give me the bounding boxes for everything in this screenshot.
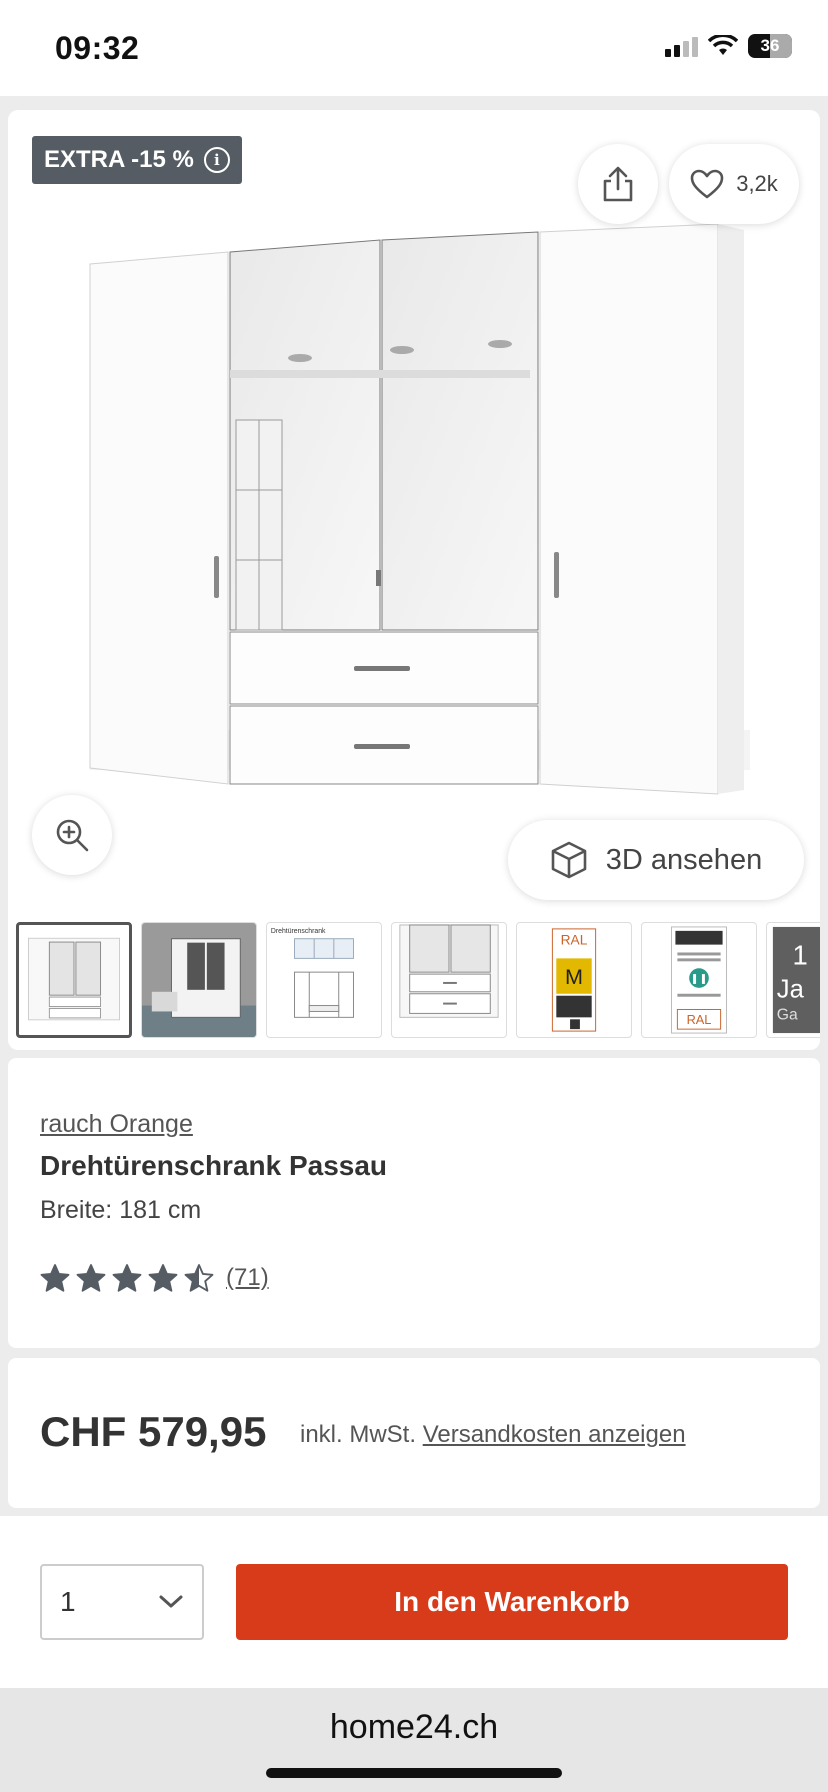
rating-stars: [40, 1264, 214, 1292]
zoom-button[interactable]: [32, 795, 112, 875]
favorite-button[interactable]: 3,2k: [669, 144, 799, 224]
svg-text:Drehtürenschrank: Drehtürenschrank: [271, 928, 326, 935]
thumbnail-detail-image: [399, 924, 499, 1018]
thumbnail-strip: Drehtürenschrank RAL M RAL 1 Ja Ga: [16, 922, 820, 1040]
signal-icon: [665, 35, 698, 57]
svg-text:RAL: RAL: [687, 1012, 712, 1027]
url-label[interactable]: home24.ch: [0, 1708, 828, 1747]
battery-icon: 36: [748, 34, 792, 58]
info-icon[interactable]: i: [203, 147, 230, 173]
product-gallery: EXTRA -15 % i 3,2k 3D ansehen Drehtürens…: [8, 110, 820, 1050]
warranty-image: 1 Ja Ga: [772, 926, 820, 1034]
add-to-cart-button[interactable]: In den Warenkorb: [236, 1564, 788, 1640]
product-title: Drehtürenschrank Passau: [40, 1150, 388, 1181]
thumbnail-front-image: [28, 937, 120, 1021]
thumbnail-dimensions[interactable]: Drehtürenschrank: [266, 922, 382, 1038]
status-icons: 36: [665, 34, 792, 58]
product-image-wardrobe[interactable]: [78, 170, 758, 870]
thumbnail-front[interactable]: [16, 922, 132, 1038]
view-3d-button[interactable]: 3D ansehen: [508, 820, 804, 900]
favorites-count: 3,2k: [736, 171, 778, 196]
chevron-down-icon: [159, 1595, 183, 1608]
star-icon: [40, 1264, 70, 1292]
rating[interactable]: (71): [40, 1264, 269, 1292]
heart-icon: [690, 169, 724, 199]
view-3d-label: 3D ansehen: [605, 843, 763, 876]
thumbnail-room-image: [142, 923, 256, 1037]
review-count-link[interactable]: (71): [226, 1264, 269, 1292]
shipping-costs-link[interactable]: Versandkosten anzeigen: [423, 1421, 686, 1448]
svg-text:Ga: Ga: [777, 1006, 798, 1023]
quantity-value: 1: [60, 1586, 76, 1617]
thumbnail-detail[interactable]: [391, 922, 507, 1038]
discount-badge[interactable]: EXTRA -15 % i: [32, 136, 242, 184]
zoom-in-icon: [56, 819, 89, 852]
clock: 09:32: [55, 30, 140, 66]
ral-seal-image: RAL M: [551, 928, 597, 1032]
product-info-card: rauch Orange Drehtürenschrank Passau Bre…: [8, 1058, 820, 1348]
star-icon: [148, 1264, 178, 1292]
price-note: inkl. MwSt. Versandkosten anzeigen: [300, 1421, 686, 1449]
svg-text:M: M: [565, 964, 583, 989]
thumbnail-made-in-germany[interactable]: RAL: [641, 922, 757, 1038]
star-icon: [184, 1264, 214, 1292]
discount-badge-label: EXTRA -15 %: [44, 146, 194, 173]
home-indicator[interactable]: [266, 1768, 562, 1778]
price-card: CHF 579,95 inkl. MwSt. Versandkosten anz…: [8, 1358, 820, 1508]
svg-text:Ja: Ja: [777, 976, 805, 1004]
thumbnail-dimensions-image: Drehtürenschrank: [271, 928, 354, 1018]
browser-address-bar: home24.ch: [0, 1688, 828, 1792]
thumbnail-room[interactable]: [141, 922, 257, 1038]
product-width: Breite: 181 cm: [40, 1196, 202, 1224]
share-icon: [603, 166, 633, 202]
thumbnail-warranty[interactable]: 1 Ja Ga: [766, 922, 820, 1038]
svg-text:1: 1: [793, 939, 808, 970]
share-button[interactable]: [578, 144, 658, 224]
price: CHF 579,95: [40, 1408, 267, 1455]
wifi-icon: [708, 35, 738, 55]
cube-icon: [551, 841, 587, 879]
tax-note: inkl. MwSt.: [300, 1421, 417, 1448]
add-to-cart-bar: 1 In den Warenkorb: [0, 1516, 828, 1688]
made-in-germany-image: RAL: [670, 926, 728, 1034]
star-icon: [112, 1264, 142, 1292]
svg-text:RAL: RAL: [561, 933, 588, 948]
star-icon: [76, 1264, 106, 1292]
status-bar: 09:32 36: [0, 0, 828, 96]
quantity-select[interactable]: 1: [40, 1564, 204, 1640]
brand-link[interactable]: rauch Orange: [40, 1110, 193, 1139]
thumbnail-ral-seal[interactable]: RAL M: [516, 922, 632, 1038]
